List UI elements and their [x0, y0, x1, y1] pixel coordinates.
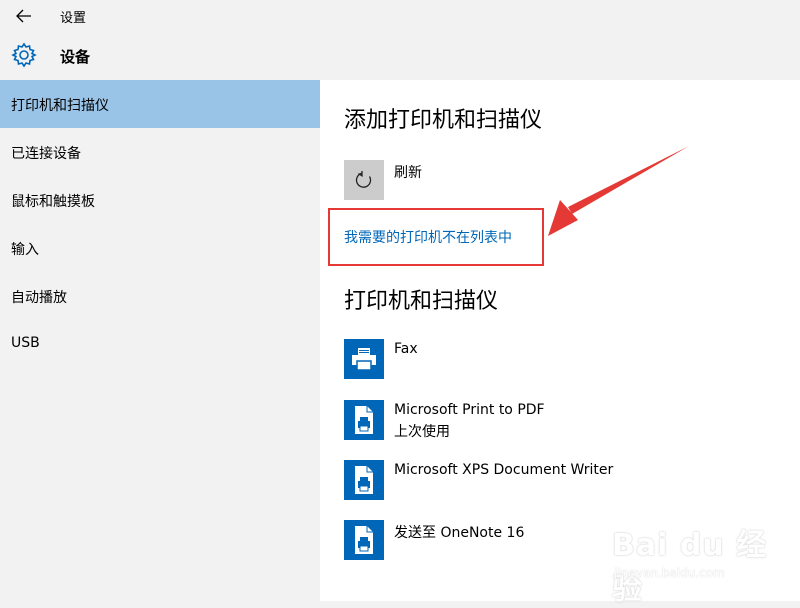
sidebar-item-label: 已连接设备 [11, 146, 81, 162]
printer-item-fax[interactable]: Fax [344, 339, 744, 383]
printer-item-print-to-pdf[interactable]: Microsoft Print to PDF 上次使用 [344, 400, 744, 444]
watermark-brand: Bai du 经验 [612, 528, 768, 607]
sidebar: 打印机和扫描仪 已连接设备 鼠标和触摸板 输入 自动播放 USB [0, 80, 320, 601]
document-printer-icon [355, 466, 373, 494]
document-printer-icon [355, 526, 373, 554]
refresh-icon [355, 171, 372, 188]
sidebar-item-label: 自动播放 [11, 290, 67, 306]
baidu-jingyan-watermark: Bai du 经验 jingyan.baidu.com [612, 520, 798, 607]
printer-name: Microsoft XPS Document Writer [394, 462, 614, 478]
sidebar-item-autoplay[interactable]: 自动播放 [0, 272, 320, 320]
back-button[interactable] [13, 6, 35, 26]
sidebar-item-connected-devices[interactable]: 已连接设备 [0, 128, 320, 176]
sidebar-item-typing[interactable]: 输入 [0, 224, 320, 272]
printer-tile [344, 460, 384, 500]
printer-status: 上次使用 [394, 424, 450, 440]
sidebar-item-label: 输入 [11, 242, 39, 258]
printer-name: Microsoft Print to PDF [394, 402, 545, 418]
sidebar-item-label: 鼠标和触摸板 [11, 194, 95, 210]
printer-item-xps-writer[interactable]: Microsoft XPS Document Writer [344, 460, 744, 504]
printers-scanners-heading: 打印机和扫描仪 [344, 289, 499, 314]
page-header: 设备 [0, 32, 800, 80]
printer-tile [344, 520, 384, 560]
document-printer-icon [355, 406, 373, 434]
sidebar-item-printers-scanners[interactable]: 打印机和扫描仪 [0, 80, 320, 128]
page-title: 设备 [60, 48, 91, 66]
add-printers-heading: 添加打印机和扫描仪 [344, 108, 543, 133]
sidebar-item-label: 打印机和扫描仪 [11, 98, 109, 114]
printer-tile [344, 400, 384, 440]
fax-printer-icon [352, 348, 376, 371]
printer-name: Fax [394, 341, 418, 357]
printer-tile [344, 339, 384, 379]
sidebar-item-usb[interactable]: USB [0, 320, 320, 368]
back-arrow-icon [16, 9, 31, 23]
refresh-button[interactable] [344, 160, 384, 200]
sidebar-item-mouse-touchpad[interactable]: 鼠标和触摸板 [0, 176, 320, 224]
window-title: 设置 [60, 11, 87, 26]
refresh-label: 刷新 [394, 165, 422, 181]
title-bar: 设置 [0, 0, 800, 32]
gear-icon [11, 42, 37, 68]
printer-name: 发送至 OneNote 16 [394, 525, 525, 541]
printer-not-listed-link[interactable]: 我需要的打印机不在列表中 [344, 227, 512, 247]
sidebar-item-label: USB [11, 335, 40, 351]
watermark-url: jingyan.baidu.com [614, 566, 725, 580]
